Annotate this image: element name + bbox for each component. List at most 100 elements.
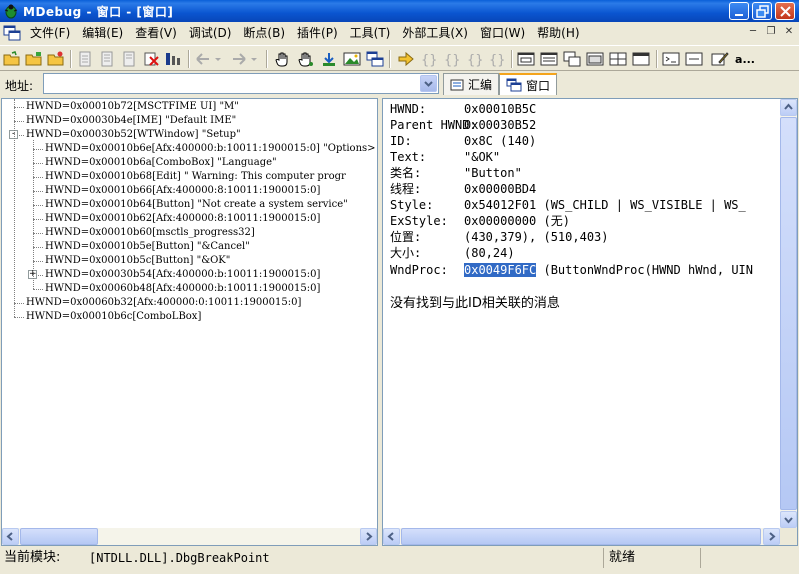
detail-value[interactable]: 0x00000BD4 bbox=[464, 181, 536, 197]
run-to-button[interactable] bbox=[396, 49, 416, 69]
detail-value[interactable]: 0x54012F01 (WS_CHILD | WS_VISIBLE | WS_ bbox=[464, 197, 746, 213]
details-vscrollbar[interactable] bbox=[780, 99, 797, 528]
scroll-left-button[interactable] bbox=[383, 528, 400, 545]
back-button[interactable] bbox=[193, 49, 213, 69]
image-button[interactable] bbox=[342, 49, 362, 69]
scroll-left-button[interactable] bbox=[2, 528, 19, 545]
registers-button[interactable] bbox=[539, 49, 559, 69]
detail-value[interactable]: (80,24) bbox=[464, 245, 515, 261]
detail-value[interactable]: (430,379), (510,403) bbox=[464, 229, 609, 245]
menu-plugins[interactable]: 插件(P) bbox=[291, 23, 344, 43]
tree-item[interactable]: HWND=0x00060b32[Afx:400000:0:10011:19000… bbox=[2, 296, 377, 310]
scroll-up-button[interactable] bbox=[780, 99, 797, 116]
menu-tools[interactable]: 工具(T) bbox=[344, 23, 397, 43]
menu-view[interactable]: 查看(V) bbox=[129, 23, 183, 43]
step-over-button[interactable] bbox=[97, 49, 117, 69]
chevron-left-icon bbox=[6, 532, 13, 541]
window-tree-pane[interactable]: HWND=0x00010b72[MSCTFIME UI] "M" HWND=0x0… bbox=[1, 98, 378, 546]
execute-till-return-button[interactable]: {} bbox=[464, 49, 484, 69]
scroll-right-button[interactable] bbox=[360, 528, 377, 545]
tree-item[interactable]: HWND=0x00010b72[MSCTFIME UI] "M" bbox=[2, 100, 377, 114]
forward-button[interactable] bbox=[229, 49, 249, 69]
tree-item[interactable]: HWND=0x00010b6e[Afx:400000:b:10011:19000… bbox=[2, 142, 377, 156]
tab-assembly[interactable]: 汇编 bbox=[443, 73, 500, 95]
tree-item[interactable]: HWND=0x00010b64[Button] "Not create a sy… bbox=[2, 198, 377, 212]
title-bar[interactable]: MDebug - 窗口 - [窗口] bbox=[0, 0, 799, 22]
tree-item[interactable]: + HWND=0x00030b54[Afx:400000:b:10011:1900… bbox=[2, 268, 377, 282]
scroll-thumb[interactable] bbox=[20, 528, 98, 545]
terminate-button[interactable] bbox=[141, 49, 161, 69]
tree-item[interactable]: HWND=0x00010b6a[ComboBox] "Language" bbox=[2, 156, 377, 170]
detail-value[interactable]: 0x8C (140) bbox=[464, 133, 536, 149]
tree-item[interactable]: - HWND=0x00030b52[WTWindow] "Setup" bbox=[2, 128, 377, 142]
trace-into-button[interactable]: {} bbox=[418, 49, 438, 69]
mdi-restore-icon[interactable]: ❐ bbox=[763, 25, 779, 39]
wndproc-address-selected[interactable]: 0x0049F6FC bbox=[464, 263, 537, 277]
step-button[interactable] bbox=[319, 49, 339, 69]
animate-button[interactable]: {} bbox=[487, 49, 507, 69]
command-button[interactable] bbox=[661, 49, 681, 69]
detail-value[interactable]: 0x00010B5C bbox=[464, 101, 536, 117]
tree-connector bbox=[33, 191, 43, 192]
mdi-close-icon[interactable]: ✕ bbox=[781, 25, 797, 39]
tree-item[interactable]: HWND=0x00010b5e[Button] "&Cancel" bbox=[2, 240, 377, 254]
breakpoints-window-button[interactable] bbox=[631, 49, 651, 69]
tree-item[interactable]: HWND=0x00010b68[Edit] " Warning: This co… bbox=[2, 170, 377, 184]
tree-item[interactable]: HWND=0x00010b66[Afx:400000:8:10011:19000… bbox=[2, 184, 377, 198]
memory-button[interactable] bbox=[516, 49, 536, 69]
open-button[interactable] bbox=[2, 49, 22, 69]
windows-button[interactable] bbox=[365, 49, 385, 69]
detail-label: 类名: bbox=[390, 166, 422, 180]
forward-dropdown[interactable] bbox=[249, 49, 259, 69]
close-button[interactable] bbox=[775, 2, 795, 20]
detail-value[interactable]: 0x00000000 (无) bbox=[464, 213, 570, 229]
tree-item[interactable]: HWND=0x00030b4e[IME] "Default IME" bbox=[2, 114, 377, 128]
open-process-button[interactable] bbox=[24, 49, 44, 69]
detail-value[interactable]: "Button" bbox=[464, 165, 522, 181]
back-dropdown[interactable] bbox=[213, 49, 223, 69]
trace-over-button[interactable]: {} bbox=[441, 49, 461, 69]
menu-file[interactable]: 文件(F) bbox=[24, 23, 76, 43]
tree-item[interactable]: HWND=0x00010b5c[Button] "&OK" bbox=[2, 254, 377, 268]
tab-window[interactable]: 窗口 bbox=[499, 73, 558, 95]
menu-window[interactable]: 窗口(W) bbox=[474, 23, 531, 43]
save-button[interactable] bbox=[119, 49, 139, 69]
minimize-button[interactable] bbox=[729, 2, 749, 20]
detail-value[interactable]: "&OK" bbox=[464, 149, 500, 165]
tree-item-label: HWND=0x00030b54[Afx:400000:b:10011:19000… bbox=[45, 269, 321, 280]
scroll-thumb[interactable] bbox=[401, 528, 761, 545]
maximize-button[interactable] bbox=[752, 2, 772, 20]
options-button[interactable] bbox=[710, 49, 730, 69]
log-button[interactable] bbox=[163, 49, 183, 69]
toolbar-overflow-button[interactable]: a... bbox=[733, 49, 757, 69]
threads-button[interactable] bbox=[562, 49, 582, 69]
step-into-button[interactable] bbox=[75, 49, 95, 69]
scroll-down-button[interactable] bbox=[780, 511, 797, 528]
modules-button[interactable] bbox=[608, 49, 628, 69]
attach-button[interactable] bbox=[46, 49, 66, 69]
detail-value[interactable]: 0x00030B52 bbox=[464, 117, 536, 133]
mdi-minimize-icon[interactable]: ─ bbox=[745, 25, 761, 39]
menu-edit[interactable]: 编辑(E) bbox=[76, 23, 129, 43]
scroll-right-button[interactable] bbox=[763, 528, 780, 545]
tile-window-icon bbox=[609, 52, 627, 66]
window-details-pane[interactable]: HWND: 0x00010B5C Parent HWND: 0x00030B52 ID:… bbox=[382, 98, 798, 546]
menu-help[interactable]: 帮助(H) bbox=[531, 23, 585, 43]
tree-hscrollbar[interactable] bbox=[2, 528, 377, 545]
address-input[interactable] bbox=[43, 73, 439, 94]
details-hscrollbar[interactable] bbox=[383, 528, 780, 545]
tree-item[interactable]: HWND=0x00010b6c[ComboLBox] bbox=[2, 310, 377, 324]
menu-debug[interactable]: 调试(D) bbox=[183, 23, 238, 43]
tree-item[interactable]: HWND=0x00060b48[Afx:400000:b:10011:19000… bbox=[2, 282, 377, 296]
menu-external-tools[interactable]: 外部工具(X) bbox=[396, 23, 474, 43]
hand-pick-button[interactable] bbox=[296, 49, 316, 69]
child-window-icon[interactable] bbox=[3, 24, 21, 42]
scroll-thumb[interactable] bbox=[780, 117, 797, 510]
menu-breakpoints[interactable]: 断点(B) bbox=[237, 23, 291, 43]
address-dropdown-button[interactable] bbox=[420, 75, 437, 92]
tree-item[interactable]: HWND=0x00010b62[Afx:400000:8:10011:19000… bbox=[2, 212, 377, 226]
tree-item[interactable]: HWND=0x00010b60[msctls_progress32] bbox=[2, 226, 377, 240]
hand-tool-button[interactable] bbox=[273, 49, 293, 69]
stack-button[interactable] bbox=[585, 49, 605, 69]
output-button[interactable] bbox=[684, 49, 704, 69]
